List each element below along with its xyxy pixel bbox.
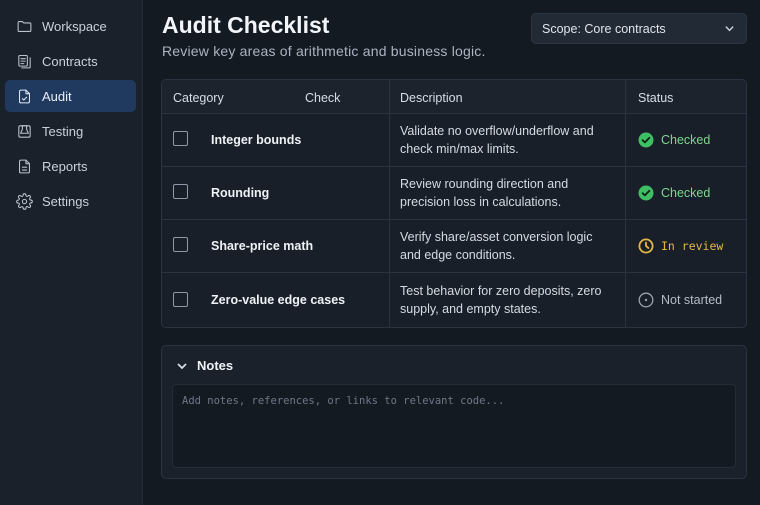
- row-checkbox[interactable]: [173, 292, 188, 307]
- sidebar-item-label: Contracts: [42, 53, 98, 69]
- sidebar-item-label: Reports: [42, 158, 88, 174]
- row-category: Share-price math: [211, 239, 314, 253]
- status-badge: In review: [638, 238, 723, 254]
- sidebar-item-contracts[interactable]: Contracts: [5, 45, 136, 77]
- table-row: Integer bounds Validate no overflow/unde…: [162, 114, 746, 167]
- column-header-category: Category: [173, 91, 224, 105]
- row-description: Verify share/asset conversion logic and …: [400, 230, 593, 262]
- page-title: Audit Checklist: [162, 12, 330, 38]
- sidebar-item-audit[interactable]: Audit: [5, 80, 136, 112]
- sidebar-item-label: Settings: [42, 193, 89, 209]
- scope-dropdown[interactable]: Scope: Core contracts: [531, 13, 747, 44]
- checklist-table: Category Check Description Status Intege…: [161, 79, 747, 328]
- sidebar-item-label: Testing: [42, 123, 84, 139]
- row-checkbox[interactable]: [173, 131, 188, 146]
- sidebar-item-settings[interactable]: Settings: [5, 185, 136, 217]
- status-badge: Not started: [638, 292, 722, 308]
- gear-icon: [15, 192, 33, 210]
- row-category: Zero-value edge cases: [211, 293, 346, 307]
- page-subtitle: Review key areas of arithmetic and busin…: [162, 43, 486, 59]
- sidebar: Workspace Contracts Audit Testing Report…: [0, 0, 143, 505]
- row-checkbox[interactable]: [173, 237, 188, 252]
- status-text: Checked: [661, 186, 711, 200]
- status-text: Checked: [661, 133, 711, 147]
- sidebar-item-workspace[interactable]: Workspace: [5, 10, 136, 42]
- audit-document-icon: [15, 87, 33, 105]
- sidebar-item-label: Workspace: [42, 18, 107, 34]
- main-content: Audit Checklist Review key areas of arit…: [143, 0, 760, 505]
- row-checkbox[interactable]: [173, 184, 188, 199]
- in-review-clock-icon: [638, 238, 654, 254]
- notes-toggle[interactable]: Notes: [176, 358, 233, 373]
- notes-panel: Notes: [161, 345, 747, 479]
- status-text: In review: [661, 239, 724, 253]
- notes-label: Notes: [197, 358, 234, 373]
- table-header: Category Check Description Status: [162, 80, 746, 114]
- testing-beaker-icon: [15, 122, 33, 140]
- column-header-status: Status: [638, 91, 674, 105]
- sidebar-item-reports[interactable]: Reports: [5, 150, 136, 182]
- status-badge: Checked: [638, 185, 710, 201]
- table-row: Share-price math Verify share/asset conv…: [162, 220, 746, 273]
- row-description: Validate no overflow/underflow and check…: [400, 124, 594, 156]
- contracts-icon: [15, 52, 33, 70]
- report-document-icon: [15, 157, 33, 175]
- folder-icon: [15, 17, 33, 35]
- column-header-description: Description: [400, 91, 463, 105]
- status-badge: Checked: [638, 132, 710, 148]
- check-circle-icon: [638, 185, 654, 201]
- row-description: Review rounding direction and precision …: [400, 177, 569, 209]
- table-row: Zero-value edge cases Test behavior for …: [162, 273, 746, 327]
- chevron-down-icon: [724, 23, 735, 34]
- sidebar-item-testing[interactable]: Testing: [5, 115, 136, 147]
- scope-dropdown-value: Scope: Core contracts: [542, 21, 666, 36]
- check-circle-icon: [638, 132, 654, 148]
- chevron-down-icon: [176, 360, 188, 372]
- status-text: Not started: [661, 293, 723, 307]
- row-category: Integer bounds: [211, 133, 302, 147]
- sidebar-item-label: Audit: [42, 88, 72, 104]
- row-category: Rounding: [211, 186, 270, 200]
- row-description: Test behavior for zero deposits, zero su…: [400, 284, 602, 316]
- column-header-check: Check: [305, 91, 341, 105]
- table-row: Rounding Review rounding direction and p…: [162, 167, 746, 220]
- not-started-circle-icon: [638, 292, 654, 308]
- notes-textarea[interactable]: [172, 384, 736, 468]
